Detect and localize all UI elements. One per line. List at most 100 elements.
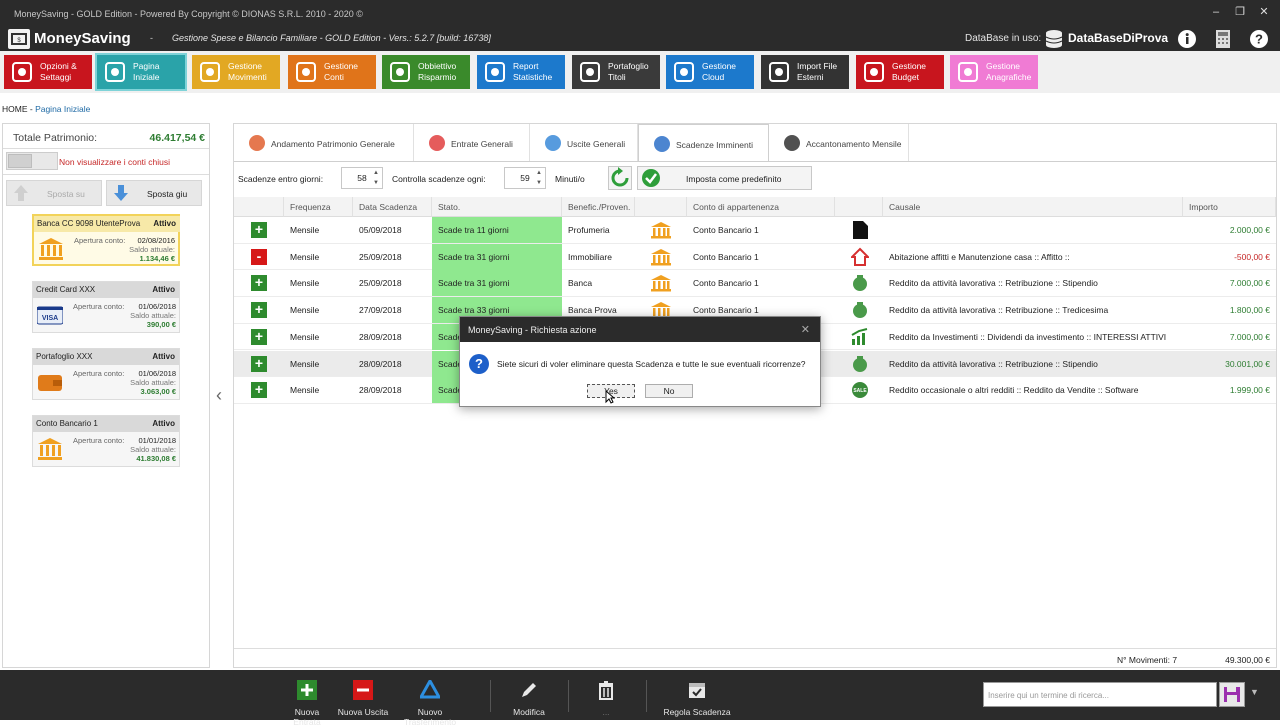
- account-card[interactable]: Portafoglio XXX Attivo Apertura conto: 01/0…: [32, 348, 180, 400]
- maximize-button[interactable]: ❐: [1230, 4, 1250, 20]
- new-income-button[interactable]: Nuova Entrata: [280, 676, 334, 727]
- toolbar-button-8[interactable]: Import File Esterni: [761, 55, 849, 89]
- column-header[interactable]: Stato.: [432, 197, 562, 217]
- calculator-icon[interactable]: [1214, 30, 1232, 48]
- cell-amount: 30.001,00 €: [1225, 358, 1270, 369]
- delete-button[interactable]: ...: [586, 676, 626, 717]
- hide-closed-toggle[interactable]: [6, 152, 58, 170]
- money-bag-icon: [851, 273, 869, 295]
- column-header[interactable]: [234, 197, 284, 217]
- new-expense-button[interactable]: Nuova Uscita: [337, 676, 389, 717]
- recycle-icon: [418, 677, 442, 700]
- alarm-clock-icon: [653, 135, 671, 153]
- close-window-button[interactable]: ✕: [1254, 4, 1274, 20]
- tab-1[interactable]: Entrate Generali: [414, 124, 530, 161]
- column-header[interactable]: [835, 197, 883, 217]
- toolbar-button-7[interactable]: Gestione Cloud: [666, 55, 754, 89]
- income-plus-icon: +: [251, 302, 267, 319]
- breadcrumb-home[interactable]: HOME: [2, 104, 28, 114]
- tab-2[interactable]: Uscite Generali: [530, 124, 638, 161]
- table-row[interactable]: - Mensile 25/09/2018 Scade tra 31 giorni Imm…: [234, 243, 1276, 271]
- cell-due-date: 28/09/2018: [359, 385, 402, 396]
- account-card[interactable]: Credit Card XXX Attivo VISA Apertura conto:…: [32, 281, 180, 333]
- income-plus-icon: +: [251, 275, 267, 292]
- edit-button[interactable]: Modifica: [505, 676, 553, 717]
- visa-card-icon: VISA: [36, 302, 64, 328]
- toolbar-button-5[interactable]: Report Statistiche: [477, 55, 565, 89]
- house-icon: [849, 247, 871, 269]
- save-icon: [1224, 687, 1240, 702]
- toolbar-button-6[interactable]: Portafoglio Titoli: [572, 55, 660, 89]
- toolbar-button-9[interactable]: Gestione Budget: [856, 55, 944, 89]
- grid-icon: [958, 62, 978, 82]
- toolbar-button-4[interactable]: Obbiettivo Risparmio: [382, 55, 470, 89]
- new-transfer-button[interactable]: Nuovo Trasferimento: [391, 676, 469, 727]
- account-card[interactable]: Conto Bancario 1 Attivo Apertura conto: 01/…: [32, 415, 180, 467]
- money-bag-icon: [851, 300, 869, 322]
- expense-minus-icon: -: [251, 248, 267, 265]
- help-icon[interactable]: ?: [1250, 30, 1268, 48]
- plus-icon: [297, 680, 317, 700]
- toolbar-button-label: Pagina Iniziale: [133, 61, 160, 82]
- tab-3[interactable]: Scadenze Imminenti: [638, 124, 769, 162]
- wallet-icon: [580, 62, 600, 82]
- cell-amount: 7.000,00 €: [1229, 278, 1270, 289]
- refresh-button[interactable]: [608, 166, 632, 190]
- toolbar-button-0[interactable]: Opzioni & Settaggi: [4, 55, 92, 89]
- column-header[interactable]: Causale: [883, 197, 1183, 217]
- wallet-icon: [37, 369, 63, 395]
- breadcrumb-separator: -: [27, 104, 36, 114]
- toolbar-button-3[interactable]: Gestione Conti: [288, 55, 376, 89]
- toolbar-button-2[interactable]: Gestione Movimenti: [192, 55, 280, 89]
- tab-4[interactable]: Accantonamento Mensile: [769, 124, 909, 161]
- column-header[interactable]: Conto di appartenenza: [687, 197, 835, 217]
- table-row[interactable]: + Mensile 05/09/2018 Scade tra 11 giorni Pro…: [234, 217, 1276, 244]
- cell-causale: Reddito da attività lavorativa :: Retrib…: [889, 358, 1098, 369]
- dialog-close-icon[interactable]: ✕: [801, 323, 810, 336]
- column-header[interactable]: [635, 197, 687, 217]
- search-input[interactable]: Inserire qui un termine di ricerca...: [983, 682, 1217, 707]
- set-default-button[interactable]: Imposta come predefinito: [637, 166, 812, 190]
- window-title: MoneySaving - GOLD Edition - Powered By …: [14, 9, 363, 19]
- tab-0[interactable]: Andamento Patrimonio Generale: [234, 124, 414, 161]
- save-search-button[interactable]: [1219, 682, 1245, 707]
- toolbar-button-10[interactable]: Gestione Anagrafiche: [950, 55, 1038, 89]
- bank-icon: [37, 436, 63, 462]
- bar-chart-icon: [544, 134, 562, 152]
- column-header[interactable]: Benefic./Proven.: [562, 197, 635, 217]
- move-down-button[interactable]: Sposta giu: [106, 180, 202, 206]
- info-icon[interactable]: [1178, 30, 1196, 48]
- column-header[interactable]: Importo: [1183, 197, 1276, 217]
- account-open-label: Apertura conto:: [73, 369, 125, 378]
- toolbar-button-label: Import File Esterni: [797, 61, 838, 82]
- cell-status: Scade tra 11 giorni: [432, 217, 562, 243]
- arrow-down-icon: [113, 184, 129, 202]
- account-status: Attivo: [152, 419, 175, 428]
- cell-amount: -500,00 €: [1234, 251, 1270, 262]
- account-balance: 41.830,08 €: [136, 454, 176, 463]
- breadcrumb-current[interactable]: Pagina Iniziale: [35, 104, 90, 114]
- arrow-up-icon: [13, 184, 29, 202]
- collapse-panel-chevron-icon[interactable]: ‹: [216, 385, 222, 406]
- minimize-button[interactable]: –: [1206, 4, 1226, 20]
- search-dropdown-icon[interactable]: ▼: [1250, 687, 1259, 697]
- days-spinner[interactable]: 58 ▲ ▼: [341, 167, 383, 189]
- check-interval-spinner[interactable]: 59 ▲ ▼: [504, 167, 546, 189]
- column-header[interactable]: Data Scadenza: [353, 197, 432, 217]
- toolbar-button-label: Portafoglio Titoli: [608, 61, 649, 82]
- toolbar-button-1[interactable]: Pagina Iniziale: [95, 53, 187, 91]
- cell-amount: 1.999,00 €: [1229, 385, 1270, 396]
- column-header[interactable]: Frequenza: [284, 197, 353, 217]
- income-plus-icon: +: [251, 382, 267, 399]
- account-card[interactable]: Banca CC 9098 UtenteProva Attivo Apertura …: [32, 214, 180, 266]
- cell-beneficiary: Immobiliare: [568, 251, 612, 262]
- move-up-button[interactable]: Sposta su: [6, 180, 102, 206]
- table-row[interactable]: + Mensile 25/09/2018 Scade tra 31 giorni Ban…: [234, 270, 1276, 298]
- adjust-deadline-button[interactable]: Regola Scadenza: [662, 676, 732, 717]
- no-button[interactable]: No: [645, 384, 693, 398]
- area-chart-icon: [248, 134, 266, 152]
- account-status: Attivo: [152, 352, 175, 361]
- app-logo-icon: $: [8, 29, 30, 49]
- cell-causale: Reddito occasionale o altri redditi :: R…: [889, 385, 1139, 396]
- check-icon: [642, 169, 660, 187]
